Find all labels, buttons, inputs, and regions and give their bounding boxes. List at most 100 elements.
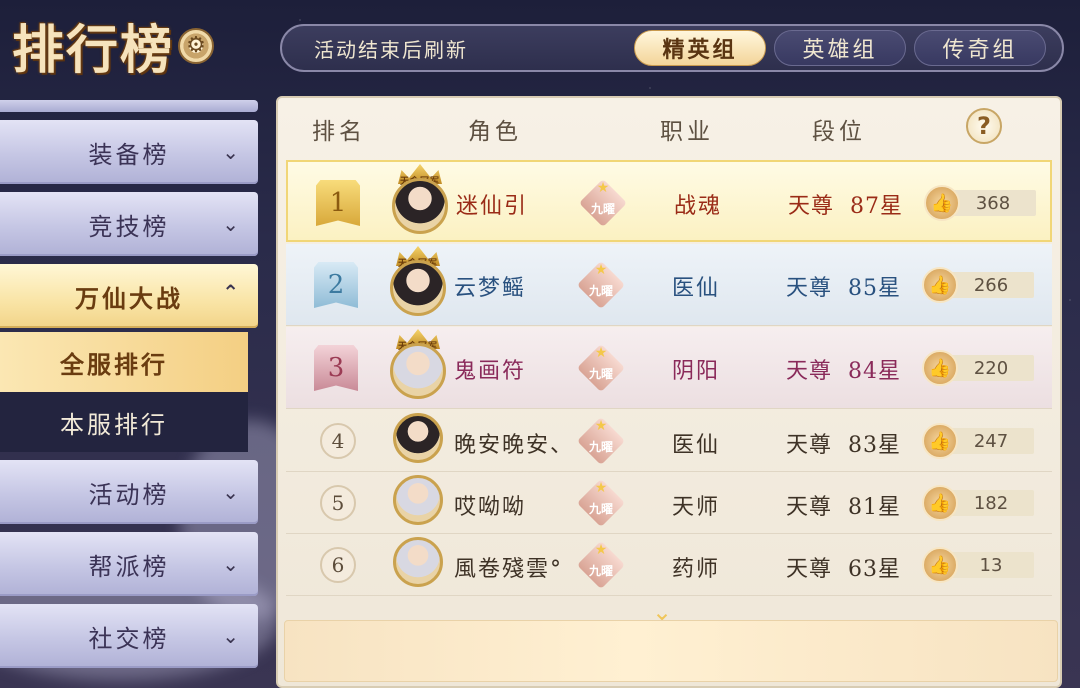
rank-number: 5 [320,485,356,521]
player-name: 鬼画符 [454,359,527,384]
player-class: 药师 [671,557,720,582]
player-name: 云梦鳐 [454,276,527,301]
table-row[interactable]: 1 天命冠军 迷仙引 ★ 九曜 战魂 天尊 87星 368 👍 [286,160,1052,242]
settings-gear-icon[interactable]: ⚙ [178,27,215,64]
like-count: 368 [950,190,1036,216]
like-count: 182 [948,490,1034,516]
category-sidebar: 装备榜 ⌄ 竞技榜 ⌄ 万仙大战 ⌃ 全服排行 本服排行 活动榜 ⌄ 帮派榜 ⌄… [0,100,260,668]
avatar[interactable] [393,537,443,587]
player-class: 医仙 [671,276,720,301]
sidebar-item-label: 万仙大战 [75,283,183,313]
sidebar-item-equipment[interactable]: 装备榜 ⌄ [0,120,258,184]
thumbs-up-icon[interactable]: 👍 [922,350,958,386]
column-rank: 排名 [312,119,366,145]
player-tier: 天尊 63星 [786,557,902,582]
sidebar-item-arena[interactable]: 竞技榜 ⌄ [0,192,258,256]
column-character: 角色 [468,119,522,145]
rank-number: 4 [320,423,356,459]
tab-legend[interactable]: 传奇组 [914,30,1046,66]
column-class: 职业 [660,119,714,145]
player-name: 哎呦呦 [454,495,527,520]
refresh-note: 活动结束后刷新 [314,37,468,62]
chevron-up-icon: ⌃ [222,280,242,304]
like-count: 247 [948,428,1034,454]
column-tier: 段位 [812,119,866,145]
avatar[interactable] [392,178,448,234]
group-tabs: 精英组 英雄组 传奇组 [634,30,1046,66]
thumbs-up-icon[interactable]: 👍 [924,185,960,221]
sidebar-item-label: 活动榜 [88,480,170,509]
rank-badge-silver: 2 [314,262,358,308]
star-icon: ★ [594,480,608,496]
player-tier: 天尊 84星 [786,359,902,384]
thumbs-up-icon[interactable]: 👍 [922,485,958,521]
chevron-down-icon: ⌄ [222,480,242,504]
player-name: 迷仙引 [456,194,529,219]
emblem-label: 九曜 [590,202,615,216]
star-icon: ★ [594,262,608,278]
sidebar-item-immortal-war[interactable]: 万仙大战 ⌃ [0,264,258,328]
help-icon[interactable]: ? [966,108,1002,144]
emblem-label: 九曜 [588,502,613,516]
scroll-down-chevron-icon[interactable]: ⌄ [644,598,680,626]
avatar[interactable] [393,475,443,525]
table-row[interactable]: 3 天命冠军 鬼画符 ★ 九曜 阴阳 天尊 84星 220 👍 [286,327,1052,409]
player-name: 晚安晚安、 [454,433,575,458]
avatar[interactable] [390,343,446,399]
sidebar-item-event[interactable]: 活动榜 ⌄ [0,460,258,524]
player-class: 医仙 [671,433,720,458]
thumbs-up-icon[interactable]: 👍 [922,547,958,583]
ranking-panel: 排名 角色 职业 段位 ? 1 天命冠军 迷仙引 ★ 九曜 战魂 天尊 87星 … [276,96,1062,688]
like-count: 266 [948,272,1034,298]
rank-number: 6 [320,547,356,583]
chevron-down-icon: ⌄ [222,552,242,576]
table-row[interactable]: 5 哎呦呦 ★ 九曜 天师 天尊 81星 182 👍 [286,472,1052,534]
tab-hero[interactable]: 英雄组 [774,30,906,66]
like-count: 220 [948,355,1034,381]
player-tier: 天尊 83星 [786,433,902,458]
thumbs-up-icon[interactable]: 👍 [922,423,958,459]
star-icon: ★ [594,345,608,361]
player-tier: 天尊 85星 [786,276,902,301]
sidebar-item-label: 竞技榜 [88,212,170,241]
table-row[interactable]: 6 風卷殘雲° ★ 九曜 药师 天尊 63星 13 👍 [286,534,1052,596]
sidebar-item-guild[interactable]: 帮派榜 ⌄ [0,532,258,596]
page-title: 排行榜 [12,20,175,81]
sub-item-this-server[interactable]: 本服排行 [0,392,248,452]
avatar[interactable] [390,260,446,316]
table-row[interactable]: 4 晚安晚安、 ★ 九曜 医仙 天尊 83星 247 👍 [286,410,1052,472]
page-header: 排行榜 ⚙ [12,8,215,83]
rank-badge-bronze: 3 [314,345,358,391]
sidebar-item-label: 社交榜 [88,624,170,653]
emblem-label: 九曜 [588,367,613,381]
chevron-down-icon: ⌄ [222,212,242,236]
chevron-down-icon: ⌄ [222,624,242,648]
table-row[interactable]: 2 天命冠军 云梦鳐 ★ 九曜 医仙 天尊 85星 266 👍 [286,244,1052,326]
emblem-label: 九曜 [588,284,613,298]
player-name: 風卷殘雲° [454,557,564,582]
emblem-label: 九曜 [588,564,613,578]
player-class: 天师 [671,495,720,520]
player-class: 战魂 [673,194,722,219]
group-tab-bar: 活动结束后刷新 精英组 英雄组 传奇组 [280,24,1064,72]
star-icon: ★ [596,180,610,196]
sidebar-item-social[interactable]: 社交榜 ⌄ [0,604,258,668]
player-tier: 天尊 81星 [786,495,902,520]
sub-item-all-servers[interactable]: 全服排行 [0,332,248,392]
star-icon: ★ [594,418,608,434]
sidebar-scroll-edge [0,100,258,112]
avatar[interactable] [393,413,443,463]
sidebar-item-label: 装备榜 [88,140,170,169]
chevron-down-icon: ⌄ [222,140,242,164]
rank-badge-gold: 1 [316,180,360,226]
player-tier: 天尊 87星 [788,194,904,219]
emblem-label: 九曜 [588,440,613,454]
like-count: 13 [948,552,1034,578]
player-class: 阴阳 [671,359,720,384]
sidebar-item-label: 帮派榜 [88,552,170,581]
table-header: 排名 角色 职业 段位 ? [278,98,1060,156]
star-icon: ★ [594,542,608,558]
my-rank-bar [284,620,1058,682]
tab-elite[interactable]: 精英组 [634,30,766,66]
thumbs-up-icon[interactable]: 👍 [922,267,958,303]
